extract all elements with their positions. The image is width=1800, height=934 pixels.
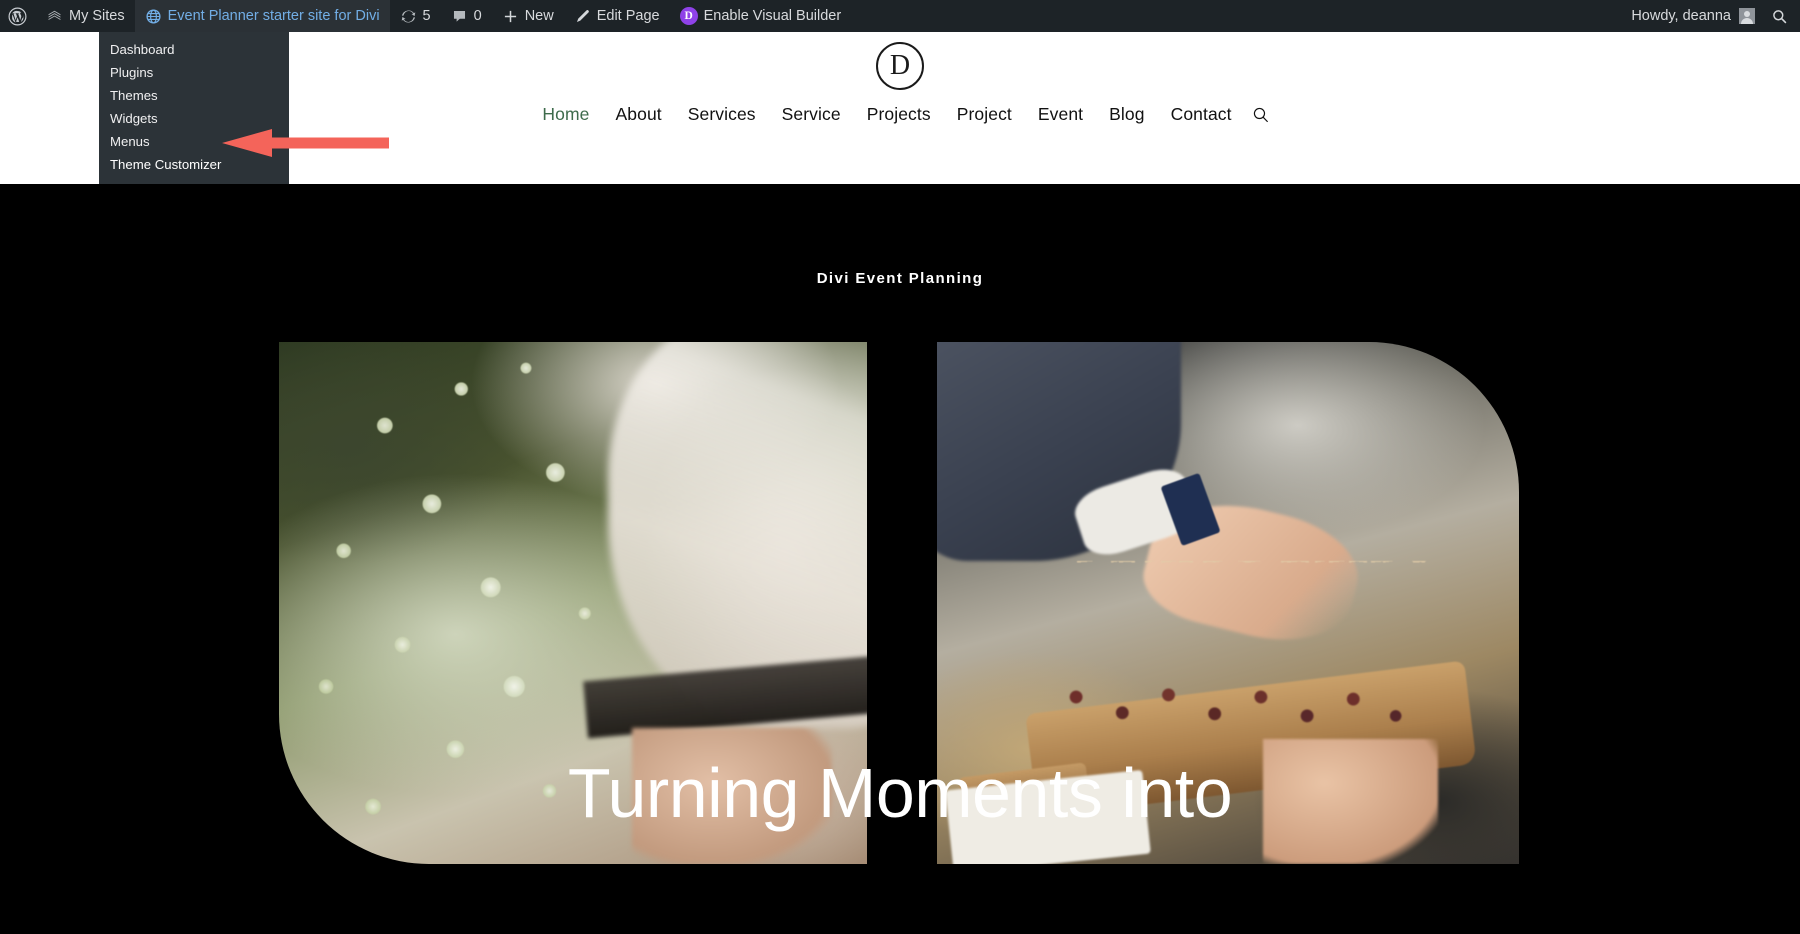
nav-item-projects[interactable]: Projects (854, 104, 944, 125)
menu-item-label: Widgets (110, 111, 158, 126)
edit-page-button[interactable]: Edit Page (564, 0, 670, 32)
menu-item-themes[interactable]: Themes (99, 84, 289, 107)
search-icon (1771, 8, 1788, 25)
site-name-label: Event Planner starter site for Divi (167, 8, 380, 24)
nav-item-contact[interactable]: Contact (1158, 104, 1245, 125)
hero-eyebrow: Divi Event Planning (816, 270, 984, 287)
menu-item-menus[interactable]: Menus (99, 130, 289, 153)
edit-page-label: Edit Page (596, 8, 660, 24)
comment-bubble-icon (451, 8, 468, 25)
menu-item-widgets[interactable]: Widgets (99, 107, 289, 130)
menu-item-label: Menus (110, 134, 150, 149)
site-logo[interactable]: D (876, 42, 924, 90)
wordpress-logo-icon (8, 7, 27, 26)
menu-item-label: Dashboard (110, 42, 175, 57)
update-refresh-icon (400, 8, 417, 25)
nav-item-home[interactable]: Home (529, 104, 602, 125)
my-sites-menu[interactable]: My Sites (36, 0, 135, 32)
divi-logo-icon: D (679, 7, 698, 25)
nav-item-event[interactable]: Event (1025, 104, 1096, 125)
adminbar-spacer (851, 0, 1621, 32)
site-name-menu[interactable]: Event Planner starter site for Divi (134, 0, 390, 32)
updates-button[interactable]: 5 (390, 0, 441, 32)
hero-headline: Turning Moments into (567, 754, 1233, 832)
nav-item-about[interactable]: About (603, 104, 675, 125)
adminbar-right-group: Howdy, deanna (1621, 0, 1800, 32)
adminbar-search-button[interactable] (1765, 0, 1800, 32)
sites-network-icon (46, 8, 63, 25)
visual-builder-label: Enable Visual Builder (703, 8, 842, 24)
howdy-label: Howdy, deanna (1631, 8, 1731, 24)
nav-item-service[interactable]: Service (769, 104, 854, 125)
my-sites-dropdown[interactable]: Dashboard Plugins Themes Widgets Menus T… (99, 32, 289, 184)
comments-count: 0 (473, 8, 482, 24)
wordpress-logo-button[interactable] (0, 0, 36, 32)
nav-item-blog[interactable]: Blog (1096, 104, 1157, 125)
plus-icon (502, 8, 519, 25)
new-content-menu[interactable]: New (492, 0, 564, 32)
menu-item-label: Theme Customizer (110, 157, 222, 172)
search-icon[interactable] (1251, 105, 1271, 125)
comments-button[interactable]: 0 (441, 0, 492, 32)
pencil-icon (574, 8, 591, 25)
menu-item-label: Themes (110, 88, 158, 103)
wp-admin-bar: My Sites Event Planner starter site for … (0, 0, 1800, 32)
enable-visual-builder-button[interactable]: D Enable Visual Builder (670, 0, 852, 32)
my-sites-label: My Sites (69, 8, 125, 24)
nav-item-project[interactable]: Project (944, 104, 1025, 125)
menu-item-dashboard[interactable]: Dashboard (99, 38, 289, 61)
updates-count: 5 (422, 8, 431, 24)
menu-item-theme-customizer[interactable]: Theme Customizer (99, 153, 289, 176)
new-label: New (524, 8, 554, 24)
hero-section: Divi Event Planning Turning Moments into (0, 184, 1800, 934)
nav-item-services[interactable]: Services (675, 104, 769, 125)
site-globe-icon (145, 8, 162, 25)
avatar (1739, 8, 1755, 24)
account-menu[interactable]: Howdy, deanna (1621, 0, 1765, 32)
menu-item-plugins[interactable]: Plugins (99, 61, 289, 84)
menu-item-label: Plugins (110, 65, 154, 80)
